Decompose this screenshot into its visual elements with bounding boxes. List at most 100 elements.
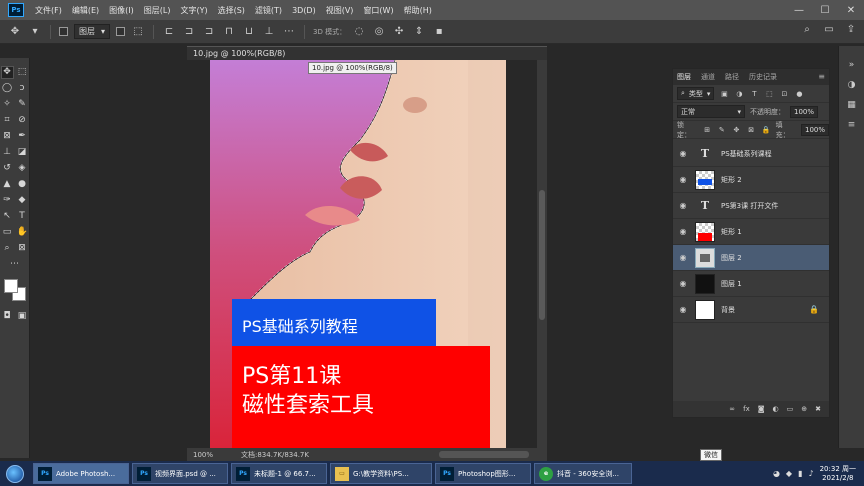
adjust-icon[interactable]: ◐ bbox=[773, 405, 779, 413]
eye-icon[interactable]: ◉ bbox=[677, 305, 689, 314]
taskbar-item[interactable]: Ps Photoshop图形... bbox=[435, 463, 531, 484]
lasso-tool-icon[interactable]: ↄ bbox=[17, 83, 28, 94]
magic-wand-icon[interactable]: ✧ bbox=[2, 99, 13, 110]
workspace-icon[interactable]: ▭ bbox=[822, 24, 836, 35]
wechat-icon[interactable]: ◕ bbox=[773, 469, 780, 478]
gradient-tool-icon[interactable]: ▲ bbox=[2, 179, 13, 190]
taskbar-item[interactable]: e 抖音 - 360安全浏... bbox=[534, 463, 632, 484]
blur-tool-icon[interactable]: ◈ bbox=[17, 163, 28, 174]
show-transform-checkbox[interactable] bbox=[116, 27, 126, 36]
align-center-icon[interactable]: ⊐ bbox=[182, 26, 196, 37]
eraser-tool-icon[interactable]: ◪ bbox=[17, 147, 28, 158]
distribute-icon[interactable]: ⋯ bbox=[282, 26, 296, 37]
quick-mask-icon[interactable]: ◘ bbox=[2, 311, 13, 322]
menu-window[interactable]: 窗口(W) bbox=[358, 5, 398, 16]
swatches-panel-icon[interactable]: ▦ bbox=[847, 100, 856, 110]
layer-row[interactable]: ◉ 矩形 2 bbox=[673, 167, 829, 193]
tab-channels[interactable]: 通道 bbox=[701, 72, 715, 82]
rotate-view-icon[interactable]: ⊠ bbox=[17, 243, 28, 254]
lock-image-icon[interactable]: ✎ bbox=[717, 126, 727, 134]
tab-history[interactable]: 历史记录 bbox=[749, 72, 777, 82]
filter-adjust-icon[interactable]: ◑ bbox=[734, 90, 744, 98]
auto-select-checkbox[interactable] bbox=[59, 27, 68, 36]
eye-icon[interactable]: ◉ bbox=[677, 175, 689, 184]
opacity-input[interactable]: 100% bbox=[790, 105, 819, 118]
shape-tool-icon[interactable]: ◆ bbox=[17, 195, 28, 206]
collapse-icon[interactable]: » bbox=[849, 60, 855, 70]
taskbar-item[interactable]: Ps Adobe Photosh... bbox=[33, 463, 129, 484]
pen-tool-icon[interactable]: ✑ bbox=[2, 195, 13, 206]
3d-orbit-icon[interactable]: ◌ bbox=[352, 26, 366, 37]
document-info[interactable]: 文档:834.7K/834.7K bbox=[227, 450, 309, 460]
align-right-icon[interactable]: ⊐ bbox=[202, 26, 216, 37]
screen-mode-icon[interactable]: ▣ bbox=[17, 311, 28, 322]
transform-controls-icon[interactable]: ⬚ bbox=[131, 26, 145, 37]
lock-all-icon[interactable]: 🔒 bbox=[761, 126, 771, 134]
mask-icon[interactable]: ◙ bbox=[758, 405, 765, 413]
new-layer-icon[interactable]: ⊕ bbox=[801, 405, 807, 413]
eye-icon[interactable]: ◉ bbox=[677, 149, 689, 158]
network-icon[interactable]: ▮ bbox=[798, 469, 802, 478]
volume-icon[interactable]: ♪ bbox=[808, 469, 813, 478]
3d-pan-icon[interactable]: ✣ bbox=[392, 26, 406, 37]
dodge-tool-icon[interactable]: ● bbox=[17, 179, 28, 190]
more-tools-icon[interactable]: ⋯ bbox=[9, 259, 20, 270]
menu-filter[interactable]: 滤镜(T) bbox=[250, 5, 287, 16]
close-button[interactable]: ✕ bbox=[838, 0, 864, 20]
clock[interactable]: 20:32 周一 2021/2/8 bbox=[820, 465, 856, 483]
properties-panel-icon[interactable]: ≡ bbox=[848, 120, 856, 130]
zoom-tool-icon[interactable]: ⌕ bbox=[2, 243, 13, 254]
search-icon[interactable]: ⌕ bbox=[800, 24, 814, 35]
history-brush-icon[interactable]: ↺ bbox=[2, 163, 13, 174]
taskbar-item[interactable]: ▭ G:\教学资料\PS... bbox=[330, 463, 432, 484]
slice-tool-icon[interactable]: ⊘ bbox=[17, 115, 28, 126]
eye-icon[interactable]: ◉ bbox=[677, 227, 689, 236]
align-top-icon[interactable]: ⊓ bbox=[222, 26, 236, 37]
fx-icon[interactable]: fx bbox=[743, 405, 750, 413]
taskbar-item[interactable]: Ps 未标题-1 @ 66.7... bbox=[231, 463, 327, 484]
menu-layer[interactable]: 图层(L) bbox=[139, 5, 176, 16]
move-tool-icon[interactable]: ✥ bbox=[0, 65, 14, 79]
align-bottom-icon[interactable]: ⊥ bbox=[262, 26, 276, 37]
minimize-button[interactable]: — bbox=[786, 0, 812, 20]
frame-tool-icon[interactable]: ⊠ bbox=[2, 131, 13, 142]
eye-icon[interactable]: ◉ bbox=[677, 279, 689, 288]
filter-toggle-icon[interactable]: ● bbox=[794, 90, 804, 98]
quick-select-icon[interactable]: ✎ bbox=[17, 99, 28, 110]
start-button[interactable] bbox=[0, 461, 30, 486]
maximize-button[interactable]: ☐ bbox=[812, 0, 838, 20]
document-tab[interactable]: 10.jpg @ 100%(RGB/8) bbox=[187, 46, 547, 60]
blend-mode-dropdown[interactable]: 正常 ▾ bbox=[677, 105, 745, 118]
layer-filter-dropdown[interactable]: ⌕ 类型 ▾ bbox=[677, 87, 715, 100]
auto-select-dropdown[interactable]: 图层 ▾ bbox=[74, 24, 111, 39]
brush-tool-icon[interactable]: ✒ bbox=[17, 131, 28, 142]
move-tool-icon[interactable]: ✥ bbox=[8, 26, 22, 37]
link-icon[interactable]: ∞ bbox=[729, 405, 735, 413]
fill-input[interactable]: 100% bbox=[800, 123, 829, 136]
foreground-color[interactable] bbox=[3, 279, 18, 293]
lock-artboard-icon[interactable]: ⊠ bbox=[746, 126, 756, 134]
menu-file[interactable]: 文件(F) bbox=[30, 5, 67, 16]
align-middle-icon[interactable]: ⊔ bbox=[242, 26, 256, 37]
horizontal-scrollbar[interactable] bbox=[439, 451, 529, 458]
scrollbar-thumb[interactable] bbox=[539, 190, 545, 320]
3d-roll-icon[interactable]: ◎ bbox=[372, 26, 386, 37]
filter-type-icon[interactable]: T bbox=[749, 90, 759, 98]
filter-smart-icon[interactable]: ⊡ bbox=[779, 90, 789, 98]
zoom-level[interactable]: 100% bbox=[187, 451, 227, 459]
path-select-icon[interactable]: ↖ bbox=[2, 211, 13, 222]
ellipse-marquee-icon[interactable]: ◯ bbox=[2, 83, 13, 94]
color-swatches[interactable] bbox=[3, 278, 27, 302]
layer-row[interactable]: ◉ T PS基础系列课程 bbox=[673, 141, 829, 167]
shield-icon[interactable]: ◆ bbox=[786, 469, 792, 478]
layer-row-selected[interactable]: ◉ 图层 2 bbox=[673, 245, 829, 271]
panel-menu-icon[interactable]: ≡ bbox=[818, 72, 825, 81]
layer-row[interactable]: ◉ 图层 1 bbox=[673, 271, 829, 297]
crop-tool-icon[interactable]: ⌗ bbox=[2, 115, 13, 126]
layer-row[interactable]: ◉ T PS第3课 打开文件 bbox=[673, 193, 829, 219]
chevron-down-icon[interactable]: ▾ bbox=[28, 26, 42, 37]
layer-row[interactable]: ◉ 矩形 1 bbox=[673, 219, 829, 245]
layer-row[interactable]: ◉ 背景 🔒 bbox=[673, 297, 829, 323]
vertical-scrollbar[interactable] bbox=[537, 60, 547, 448]
3d-slide-icon[interactable]: ⇕ bbox=[412, 26, 426, 37]
